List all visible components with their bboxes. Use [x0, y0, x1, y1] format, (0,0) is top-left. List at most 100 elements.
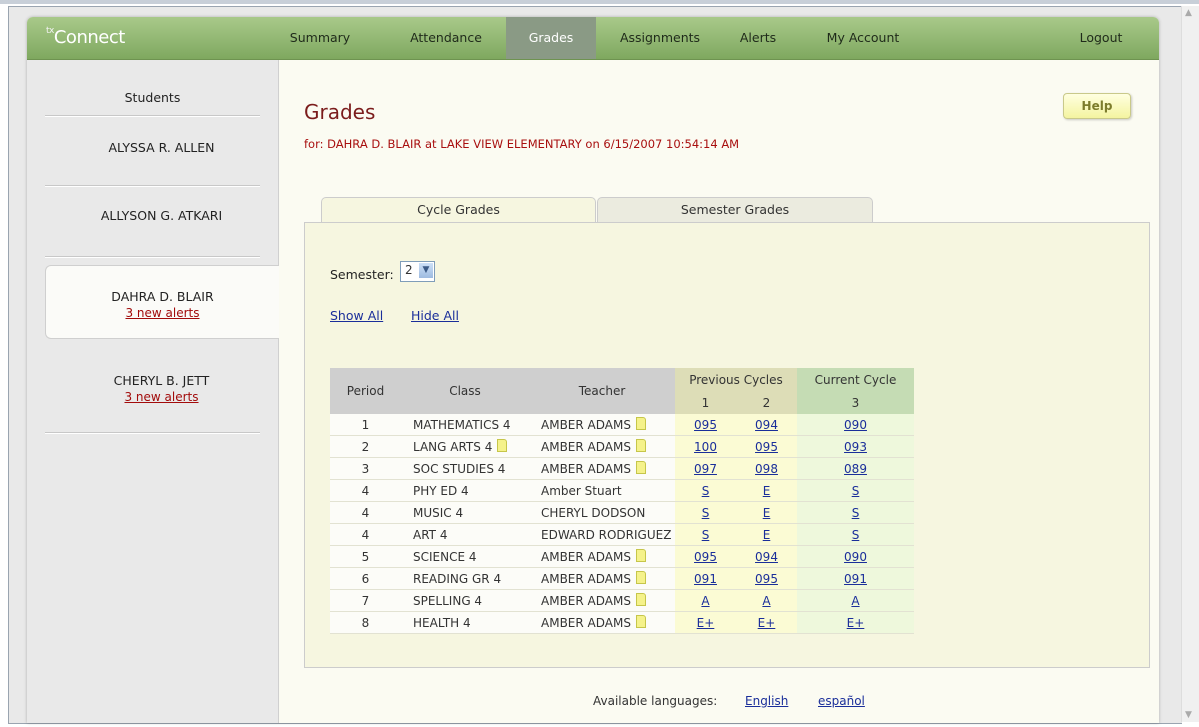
grade-link-cycle-3[interactable]: S [852, 484, 860, 498]
grade-link-cycle-3[interactable]: S [852, 528, 860, 542]
grade-link-cycle-3[interactable]: E+ [847, 616, 865, 630]
cell-cycle-1: S [675, 479, 736, 502]
cell-cycle-1: S [675, 501, 736, 524]
window-top-border [0, 0, 1199, 4]
grade-rows: 1 MATHEMATICS 4 AMBER ADAMS 095 094 090 2 LANG … [330, 414, 914, 634]
hide-all-link[interactable]: Hide All [411, 308, 459, 323]
grade-link-cycle-1[interactable]: 097 [694, 462, 717, 476]
cell-teacher: AMBER ADAMS [529, 414, 675, 436]
page-title: Grades [304, 100, 376, 124]
top-nav-bar: txConnect Summary Attendance Grades Assi… [27, 17, 1159, 60]
cell-teacher: CHERYL DODSON [529, 501, 675, 524]
nav-my-account[interactable]: My Account [812, 17, 914, 59]
cell-teacher: Amber Stuart [529, 479, 675, 502]
new-alerts-link[interactable]: 3 new alerts [46, 306, 279, 320]
language-spanish-link[interactable]: español [818, 694, 865, 708]
note-icon[interactable] [635, 615, 646, 628]
cell-teacher: AMBER ADAMS [529, 435, 675, 458]
note-icon[interactable] [635, 461, 646, 474]
grade-link-cycle-1[interactable]: S [702, 506, 710, 520]
note-icon[interactable] [635, 439, 646, 452]
class-name: SCIENCE 4 [413, 549, 477, 564]
cell-period: 6 [330, 567, 401, 590]
period-value: 2 [361, 439, 370, 454]
note-icon[interactable] [635, 549, 646, 562]
new-alerts-link[interactable]: 3 new alerts [45, 390, 278, 404]
grade-link-cycle-2[interactable]: E [763, 528, 771, 542]
grade-link-cycle-1[interactable]: S [702, 484, 710, 498]
tab-semester-grades[interactable]: Semester Grades [597, 197, 873, 222]
students-heading: Students [124, 90, 181, 105]
cell-cycle-3: 090 [797, 414, 914, 436]
grade-link-cycle-2[interactable]: 094 [755, 550, 778, 564]
grade-link-cycle-2[interactable]: 095 [755, 572, 778, 586]
tab-cycle-grades[interactable]: Cycle Grades [321, 197, 596, 224]
grade-link-cycle-2[interactable]: A [762, 594, 770, 608]
txconnect-logo[interactable]: txConnect [46, 26, 125, 48]
cell-teacher: EDWARD RODRIGUEZ [529, 523, 675, 546]
grade-link-cycle-2[interactable]: E [763, 484, 771, 498]
grade-link-cycle-2[interactable]: 098 [755, 462, 778, 476]
semester-value: 2 [405, 263, 413, 277]
scroll-up-icon[interactable]: ▲ [1185, 8, 1192, 18]
note-icon[interactable] [635, 593, 646, 606]
nav-grades[interactable]: Grades [506, 17, 596, 59]
student-cheryl-jett[interactable]: CHERYL B. JETT 3 new alerts [45, 373, 278, 404]
logo-text: Connect [53, 27, 125, 48]
grade-link-cycle-1[interactable]: 100 [694, 440, 717, 454]
period-value: 8 [361, 615, 370, 630]
grade-link-cycle-1[interactable]: 095 [694, 418, 717, 432]
show-all-link[interactable]: Show All [330, 308, 383, 323]
table-row: 8 HEALTH 4 AMBER ADAMS E+ E+ E+ [330, 611, 914, 634]
cell-cycle-1: 095 [675, 414, 736, 436]
student-dahra-blair[interactable]: DAHRA D. BLAIR 3 new alerts [45, 265, 279, 339]
cell-class: READING GR 4 [401, 567, 529, 590]
student-sidebar: Students ALYSSA R. ALLEN ALLYSON G. ATKA… [27, 60, 279, 723]
language-english-link[interactable]: English [745, 694, 788, 708]
cell-cycle-1: 100 [675, 435, 736, 458]
note-icon[interactable] [635, 417, 646, 430]
grade-link-cycle-3[interactable]: S [852, 506, 860, 520]
chevron-down-icon[interactable]: ▼ [419, 263, 433, 278]
note-icon[interactable] [497, 439, 508, 452]
cell-teacher: AMBER ADAMS [529, 589, 675, 612]
grade-link-cycle-1[interactable]: 091 [694, 572, 717, 586]
semester-select[interactable]: 2 ▼ [400, 261, 435, 282]
table-row: 1 MATHEMATICS 4 AMBER ADAMS 095 094 090 [330, 414, 914, 436]
grade-link-cycle-3[interactable]: 090 [844, 418, 867, 432]
class-name: MATHEMATICS 4 [413, 417, 511, 432]
grade-link-cycle-1[interactable]: S [702, 528, 710, 542]
cell-cycle-2: E+ [736, 611, 797, 634]
student-alyssa-allen[interactable]: ALYSSA R. ALLEN [45, 140, 278, 155]
grade-link-cycle-3[interactable]: 089 [844, 462, 867, 476]
nav-attendance[interactable]: Attendance [394, 17, 498, 59]
grade-link-cycle-2[interactable]: E+ [758, 616, 776, 630]
grade-link-cycle-2[interactable]: 094 [755, 418, 778, 432]
nav-logout[interactable]: Logout [1071, 17, 1131, 59]
grade-link-cycle-3[interactable]: 091 [844, 572, 867, 586]
student-allyson-atkari[interactable]: ALLYSON G. ATKARI [45, 208, 278, 223]
cell-cycle-1: E+ [675, 611, 736, 634]
grade-link-cycle-2[interactable]: 095 [755, 440, 778, 454]
student-name: ALYSSA R. ALLEN [108, 140, 215, 155]
grade-link-cycle-2[interactable]: E [763, 506, 771, 520]
teacher-name: CHERYL DODSON [541, 505, 646, 520]
grade-link-cycle-1[interactable]: 095 [694, 550, 717, 564]
grades-panel: Semester: 2 ▼ Show All Hide All Period C… [304, 222, 1150, 668]
vertical-scrollbar[interactable]: ▲ ▼ [1181, 6, 1199, 722]
nav-summary[interactable]: Summary [278, 17, 362, 59]
grade-link-cycle-1[interactable]: A [701, 594, 709, 608]
class-name: ART 4 [413, 527, 448, 542]
grade-link-cycle-3[interactable]: A [851, 594, 859, 608]
grade-link-cycle-3[interactable]: 093 [844, 440, 867, 454]
grade-link-cycle-1[interactable]: E+ [697, 616, 715, 630]
class-name: HEALTH 4 [413, 615, 471, 630]
teacher-name: AMBER ADAMS [541, 440, 631, 454]
nav-alerts[interactable]: Alerts [730, 17, 786, 59]
grade-link-cycle-3[interactable]: 090 [844, 550, 867, 564]
cell-cycle-2: E [736, 523, 797, 546]
note-icon[interactable] [635, 571, 646, 584]
help-button[interactable]: Help [1063, 93, 1131, 119]
nav-assignments[interactable]: Assignments [608, 17, 712, 59]
scroll-down-icon[interactable]: ▼ [1185, 710, 1192, 720]
